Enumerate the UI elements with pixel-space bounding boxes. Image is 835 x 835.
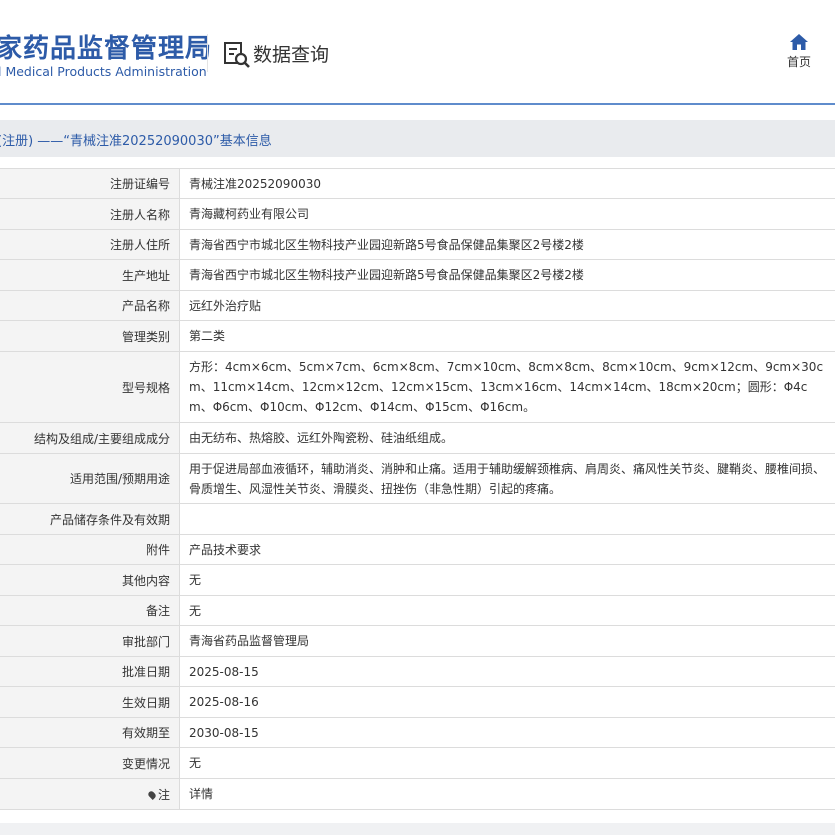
row-value: 方形：4cm×6cm、5cm×7cm、6cm×8cm、7cm×10cm、8cm×… xyxy=(179,351,835,423)
table-row: 结构及组成/主要组成成分 由无纺布、热熔胶、远红外陶瓷粉、硅油纸组成。 xyxy=(0,422,835,454)
header-divider xyxy=(207,34,208,72)
table-row: 产品名称 远红外治疗贴 xyxy=(0,290,835,321)
table-row: 有效期至 2030-08-15 xyxy=(0,717,835,748)
row-value: 用于促进局部血液循环，辅助消炎、消肿和止痛。适用于辅助缓解颈椎病、肩周炎、痛风性… xyxy=(179,453,835,504)
row-label: 适用范围/预期用途 xyxy=(0,453,180,504)
row-value: 产品技术要求 xyxy=(179,534,835,565)
row-value: 2025-08-15 xyxy=(179,656,835,687)
row-label: 生产地址 xyxy=(0,259,180,291)
row-label: 注册证编号 xyxy=(0,168,180,199)
row-value: 青海藏柯药业有限公司 xyxy=(179,198,835,230)
home-label: 首页 xyxy=(786,55,811,69)
row-label: 备注 xyxy=(0,595,180,626)
site-logo-cn[interactable]: 家药品监督管理局 xyxy=(0,28,212,65)
site-logo-en: l Medical Products Administration xyxy=(0,64,207,79)
table-row: 适用范围/预期用途 用于促进局部血液循环，辅助消炎、消肿和止痛。适用于辅助缓解颈… xyxy=(0,453,835,504)
row-label: 审批部门 xyxy=(0,625,180,657)
row-value: 无 xyxy=(179,564,835,596)
row-label: 批准日期 xyxy=(0,656,180,687)
row-value: 青海省西宁市城北区生物科技产业园迎新路5号食品保健品集聚区2号楼2楼 xyxy=(179,259,835,291)
row-label: 型号规格 xyxy=(0,351,180,423)
table-row: 注册证编号 青械注准20252090030 xyxy=(0,168,835,199)
pin-icon xyxy=(147,790,157,800)
row-label: 生效日期 xyxy=(0,686,180,718)
row-label: 变更情况 xyxy=(0,747,180,779)
row-label: 有效期至 xyxy=(0,717,180,748)
table-row: 管理类别 第二类 xyxy=(0,320,835,352)
home-icon xyxy=(790,34,808,50)
row-label: 注册人名称 xyxy=(0,198,180,230)
table-row: 生效日期 2025-08-16 xyxy=(0,686,835,718)
table-row: 其他内容 无 xyxy=(0,564,835,596)
data-query-title: 数据查询 xyxy=(253,44,330,66)
row-label: 管理类别 xyxy=(0,320,180,352)
page-footer-strip xyxy=(0,823,835,835)
site-header: 家药品监督管理局 l Medical Products Administrati… xyxy=(0,0,835,105)
table-row: 备注 无 xyxy=(0,595,835,626)
data-query-icon xyxy=(224,42,250,68)
row-value: 2030-08-15 xyxy=(179,717,835,748)
table-row: 注册人名称 青海藏柯药业有限公司 xyxy=(0,198,835,230)
row-label: 产品储存条件及有效期 xyxy=(0,503,180,535)
row-label: 产品名称 xyxy=(0,290,180,321)
row-value: 青海省西宁市城北区生物科技产业园迎新路5号食品保健品集聚区2号楼2楼 xyxy=(179,229,835,260)
note-label: 注 xyxy=(157,787,170,802)
row-value: 第二类 xyxy=(179,320,835,352)
table-row: 附件 产品技术要求 xyxy=(0,534,835,565)
table-row: 注册人住所 青海省西宁市城北区生物科技产业园迎新路5号食品保健品集聚区2号楼2楼 xyxy=(0,229,835,260)
row-label: 结构及组成/主要组成成分 xyxy=(0,422,180,454)
table-row: 生产地址 青海省西宁市城北区生物科技产业园迎新路5号食品保健品集聚区2号楼2楼 xyxy=(0,259,835,291)
record-title: (注册) ——“青械注准20252090030”基本信息 xyxy=(0,134,272,149)
row-label: 其他内容 xyxy=(0,564,180,596)
row-value: 无 xyxy=(179,595,835,626)
home-link[interactable]: 首页 xyxy=(783,34,815,70)
table-row: 变更情况 无 xyxy=(0,747,835,779)
table-row: 注 详情 xyxy=(0,778,835,810)
row-value: 无 xyxy=(179,747,835,779)
row-value: 2025-08-16 xyxy=(179,686,835,718)
row-value: 由无纺布、热熔胶、远红外陶瓷粉、硅油纸组成。 xyxy=(179,422,835,454)
row-value xyxy=(179,503,835,535)
header-underline xyxy=(0,103,835,105)
row-label-note: 注 xyxy=(0,778,180,810)
table-row: 批准日期 2025-08-15 xyxy=(0,656,835,687)
row-value: 青械注准20252090030 xyxy=(179,168,835,199)
row-label: 附件 xyxy=(0,534,180,565)
row-value: 远红外治疗贴 xyxy=(179,290,835,321)
table-row: 产品储存条件及有效期 xyxy=(0,503,835,535)
registration-info-table: 注册证编号 青械注准20252090030 注册人名称 青海藏柯药业有限公司 注… xyxy=(0,168,835,810)
table-row: 型号规格 方形：4cm×6cm、5cm×7cm、6cm×8cm、7cm×10cm… xyxy=(0,351,835,423)
details-link[interactable]: 详情 xyxy=(179,778,835,810)
row-label: 注册人住所 xyxy=(0,229,180,260)
table-row: 审批部门 青海省药品监督管理局 xyxy=(0,625,835,657)
row-value: 青海省药品监督管理局 xyxy=(179,625,835,657)
